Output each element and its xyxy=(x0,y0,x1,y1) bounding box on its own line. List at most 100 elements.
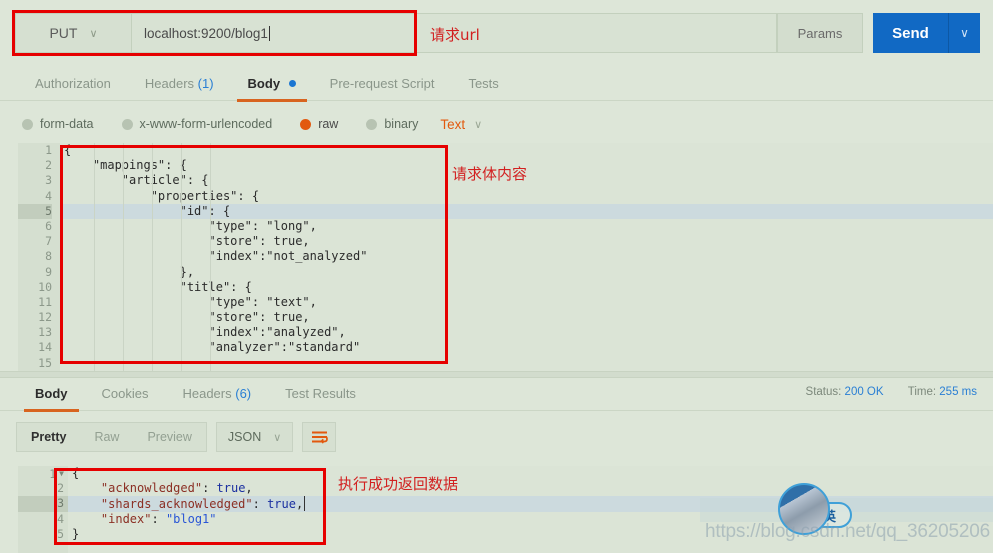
token-k: "acknowledged" xyxy=(100,481,203,496)
token-plain: , xyxy=(245,481,253,496)
radio-icon xyxy=(366,118,378,130)
body-type-urlencoded[interactable]: x-www-form-urlencoded xyxy=(121,117,273,131)
fold-arrow-icon[interactable]: ▼ xyxy=(59,466,64,481)
response-tab-body-label: Body xyxy=(35,386,68,401)
response-format-select[interactable]: JSON ∨ xyxy=(215,422,294,452)
line-number: 10 xyxy=(38,279,52,294)
response-view-raw[interactable]: Raw xyxy=(80,423,133,451)
response-view-pretty[interactable]: Pretty xyxy=(17,423,80,451)
request-tabs: Authorization Headers (1) Body Pre-reque… xyxy=(0,68,993,102)
response-view-group: Pretty Raw Preview xyxy=(16,422,207,452)
code-line: { xyxy=(64,143,72,157)
code-line: "index": "blog1" xyxy=(68,512,993,527)
tab-pre-request-script-label: Pre-request Script xyxy=(329,76,435,91)
line-number: 6 xyxy=(45,218,52,233)
body-type-raw-label: raw xyxy=(318,117,339,131)
url-highlight-box xyxy=(12,10,417,56)
code-line: "type": "text", xyxy=(64,294,317,309)
body-type-raw[interactable]: raw xyxy=(300,117,338,131)
response-format-label: JSON xyxy=(227,430,262,444)
body-format-select[interactable]: Text ∨ xyxy=(440,117,482,132)
code-line: }, xyxy=(64,264,195,279)
code-line: "title": { xyxy=(64,279,252,294)
line-number: 2 xyxy=(57,481,64,496)
line-number: 1 xyxy=(45,143,52,157)
tab-authorization[interactable]: Authorization xyxy=(18,74,128,101)
token-str: "blog1" xyxy=(165,511,217,526)
status-value: 200 OK xyxy=(844,386,884,398)
chevron-down-icon: ∨ xyxy=(474,118,483,131)
token-bool: true xyxy=(216,481,246,496)
body-type-form-data[interactable]: form-data xyxy=(22,117,94,131)
tab-headers-count: (1) xyxy=(197,76,214,91)
response-tab-cookies-label: Cookies xyxy=(101,386,149,401)
response-view-preview[interactable]: Preview xyxy=(133,423,205,451)
time-value: 255 ms xyxy=(939,386,977,398)
response-tab-body[interactable]: Body xyxy=(18,384,85,412)
word-wrap-button[interactable] xyxy=(302,422,337,452)
line-number: 3 xyxy=(18,496,68,512)
response-tab-headers-label: Headers xyxy=(182,386,232,401)
send-options-chevron-icon[interactable]: ∨ xyxy=(948,13,980,53)
params-button[interactable]: Params xyxy=(777,13,863,53)
body-format-label: Text xyxy=(440,116,466,132)
panel-divider[interactable] xyxy=(0,371,993,378)
body-type-urlencoded-label: x-www-form-urlencoded xyxy=(139,117,273,131)
token-plain: { xyxy=(72,466,80,480)
token-plain: , xyxy=(295,497,304,512)
response-tab-test-results[interactable]: Test Results xyxy=(268,384,373,411)
chevron-down-icon: ∨ xyxy=(273,431,282,444)
code-line: "shards_acknowledged": true, xyxy=(68,496,993,512)
response-toolbar: Pretty Raw Preview JSON ∨ xyxy=(16,422,337,452)
response-tab-headers-count: (6) xyxy=(235,386,252,401)
word-wrap-icon xyxy=(311,431,328,444)
tab-tests[interactable]: Tests xyxy=(451,74,515,101)
token-plain: } xyxy=(72,526,80,541)
line-number: 9 xyxy=(45,264,52,279)
line-number: 11 xyxy=(38,294,52,309)
line-number: 7 xyxy=(45,234,52,249)
body-type-binary-label: binary xyxy=(384,117,419,131)
line-number: 3 xyxy=(45,173,52,188)
send-button[interactable]: Send xyxy=(873,13,948,53)
tab-body[interactable]: Body xyxy=(231,74,313,102)
response-editor-code[interactable]: { "acknowledged": true, "shards_acknowle… xyxy=(68,466,993,553)
code-line: "index":"analyzed", xyxy=(64,325,346,340)
annotation-response-body: 执行成功返回数据 xyxy=(338,475,459,493)
text-cursor xyxy=(304,496,306,512)
response-tab-headers[interactable]: Headers (6) xyxy=(165,384,268,411)
annotation-url: 请求url xyxy=(430,26,480,44)
code-line: "analyzer":"standard" xyxy=(64,340,361,355)
token-plain: : xyxy=(202,481,217,496)
radio-icon xyxy=(22,118,33,130)
tab-body-label: Body xyxy=(247,76,281,91)
code-line: "acknowledged": true, xyxy=(68,481,993,496)
tab-pre-request-script[interactable]: Pre-request Script xyxy=(313,74,452,101)
tab-headers[interactable]: Headers (1) xyxy=(128,74,231,101)
time-label: Time: xyxy=(907,386,937,398)
line-number: 14 xyxy=(38,340,52,355)
tab-headers-label: Headers xyxy=(144,76,195,91)
code-line: { xyxy=(68,466,993,481)
line-number: 13 xyxy=(38,325,52,340)
code-line: "type": "long", xyxy=(64,218,317,233)
line-number: 5 xyxy=(18,203,52,219)
line-number: 1 ▼ xyxy=(49,466,64,481)
body-modified-dot-icon xyxy=(288,80,296,87)
radio-selected-icon xyxy=(300,118,312,130)
code-line: "index":"not_analyzed" xyxy=(64,249,368,264)
line-number: 4 xyxy=(45,188,52,203)
response-tab-cookies[interactable]: Cookies xyxy=(85,384,166,411)
request-editor-gutter: 1 2 3 4 5 6 7 8 9 10 11 12 13 14 15 xyxy=(18,143,60,371)
line-number: 4 xyxy=(57,511,64,526)
response-status-info: Status: 200 OK Time: 255 ms xyxy=(806,386,977,398)
code-line: "id": { xyxy=(60,203,993,219)
code-line: "store": true, xyxy=(64,310,310,325)
token-k: "shards_acknowledged" xyxy=(100,497,253,512)
body-type-binary[interactable]: binary xyxy=(366,117,418,131)
body-type-form-data-label: form-data xyxy=(40,117,94,131)
active-tab-underline xyxy=(236,99,307,102)
status-label: Status: xyxy=(805,386,842,398)
response-body-editor[interactable]: 1 ▼ 2 3 4 5 { "acknowledged": true, "shards_a… xyxy=(18,466,993,553)
line-number: 2 xyxy=(45,158,52,173)
